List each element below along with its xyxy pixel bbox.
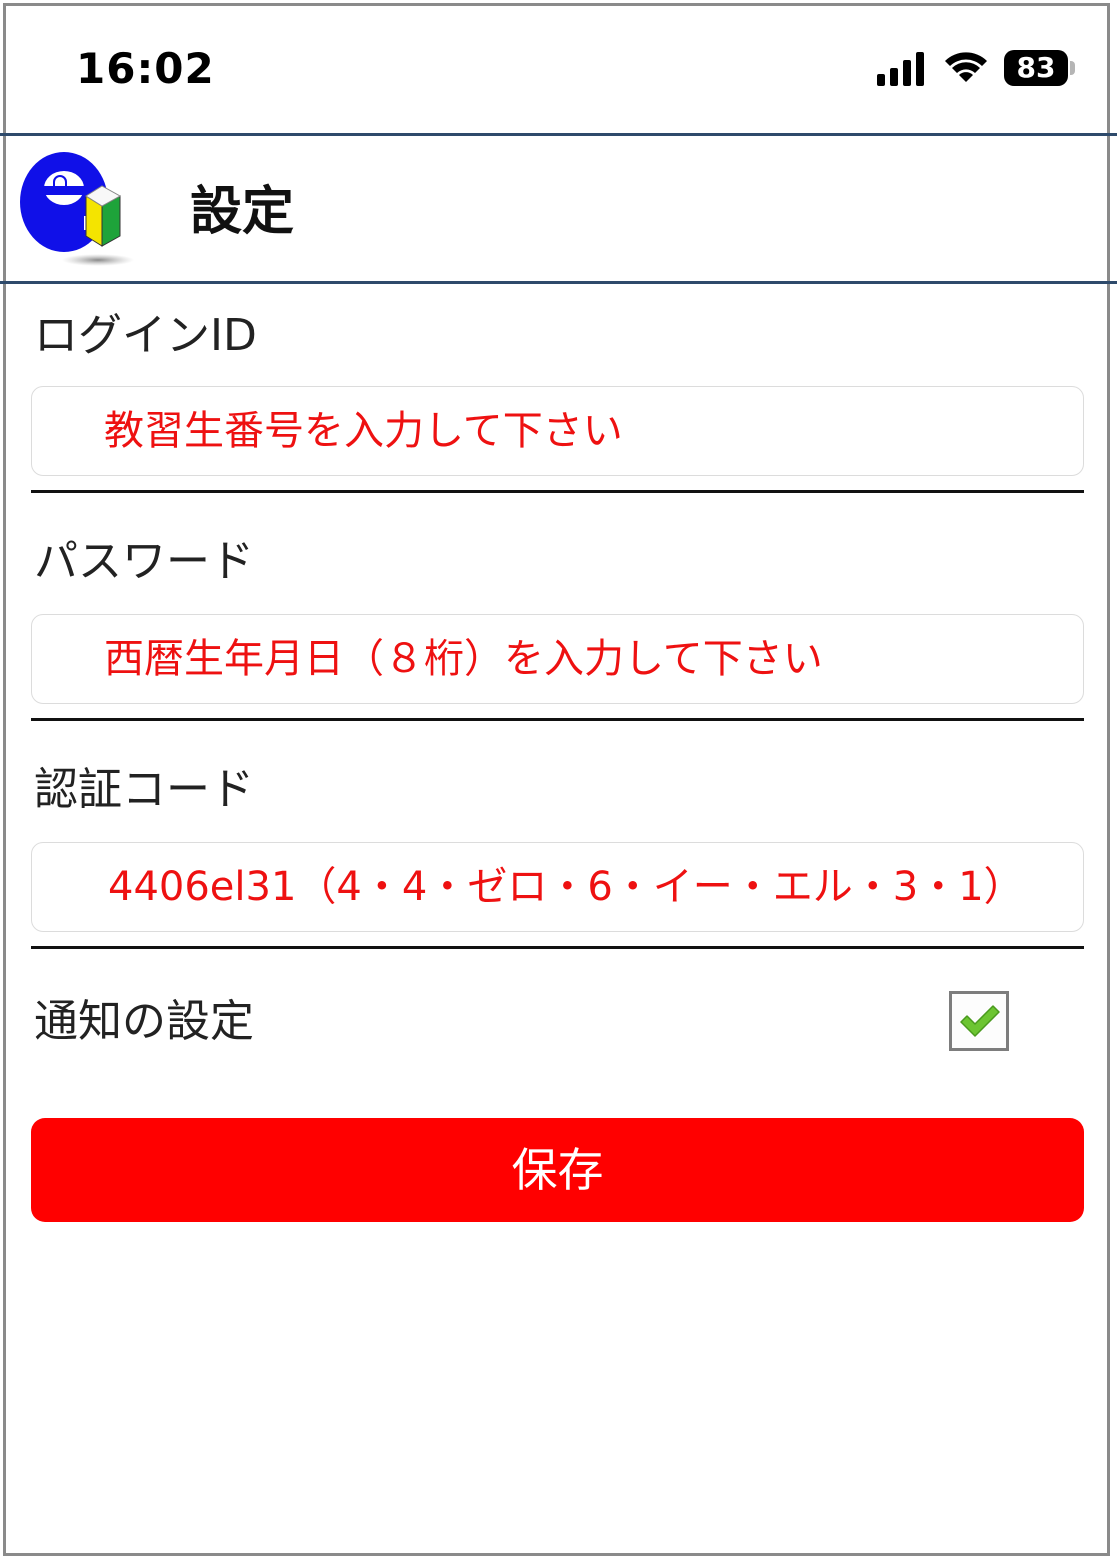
login-id-input[interactable]: 教習生番号を入力して下さい — [31, 386, 1084, 476]
auth-code-label: 認証コード — [34, 764, 254, 815]
header-border-bottom — [0, 281, 1117, 284]
login-id-input-value: 教習生番号を入力して下さい — [104, 408, 623, 454]
password-label: パスワード — [34, 536, 254, 587]
signal-icon — [877, 52, 924, 86]
beginner-mark-logo-icon — [20, 152, 134, 266]
battery-level: 83 — [1004, 50, 1068, 86]
password-divider — [31, 718, 1084, 721]
password-input[interactable]: 西暦生年月日（８桁）を入力して下さい — [31, 614, 1084, 704]
battery-tip — [1070, 61, 1075, 75]
save-button[interactable]: 保存 — [31, 1118, 1084, 1222]
notification-label: 通知の設定 — [34, 996, 254, 1047]
login-id-divider — [31, 490, 1084, 493]
auth-code-divider — [31, 946, 1084, 949]
status-time: 16:02 — [76, 44, 215, 93]
wifi-icon — [945, 52, 987, 82]
status-bar: 16:02 83 — [0, 0, 1117, 134]
checkmark-icon — [960, 1005, 1000, 1037]
notification-checkbox[interactable] — [949, 991, 1009, 1051]
battery-icon: 83 — [1004, 50, 1076, 86]
page-title: 設定 — [190, 182, 295, 242]
header-border-top — [0, 133, 1117, 136]
auth-code-input-value: 4406el31（4・4・ゼロ・6・イー・エル・3・1） — [108, 864, 1024, 910]
auth-code-input[interactable]: 4406el31（4・4・ゼロ・6・イー・エル・3・1） — [31, 842, 1084, 932]
password-input-value: 西暦生年月日（８桁）を入力して下さい — [104, 636, 823, 682]
login-id-label: ログインID — [34, 310, 257, 361]
